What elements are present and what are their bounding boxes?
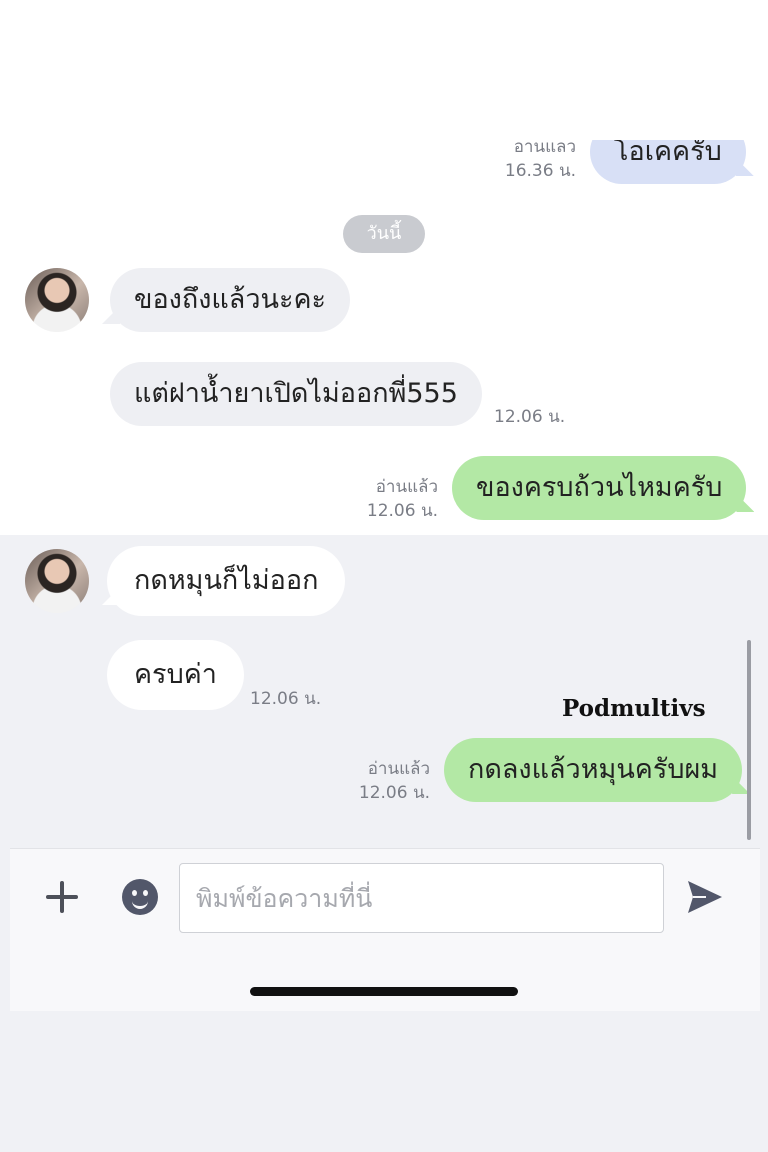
outgoing-message[interactable]: ของครบถ้วนไหมครับ [452, 456, 747, 520]
incoming-message[interactable]: ครบค่า [110, 643, 241, 707]
top-blank-area [0, 0, 768, 140]
message-text: กดลงแล้วหมุนครับผม [468, 754, 719, 785]
contact-avatar[interactable] [25, 549, 89, 613]
emoji-mouth [132, 898, 148, 909]
home-indicator [250, 987, 518, 996]
message-time: 12.06 น. [494, 407, 566, 427]
message-text: แต่ฝาน้ำยาเปิดไม่ออกพี่555 [134, 378, 458, 409]
message-time: 12.06 น. [358, 783, 430, 803]
message-time: 12.06 น. [366, 501, 438, 521]
send-icon[interactable] [686, 879, 724, 915]
incoming-message[interactable]: แต่ฝาน้ำยาเปิดไม่ออกพี่555 [110, 362, 482, 426]
message-composer: พิมพ์ข้อความที่นี่ [10, 848, 760, 1011]
message-time: 12.06 น. [250, 689, 322, 709]
read-receipt: อานแลว [513, 140, 576, 157]
emoji-eye [132, 890, 137, 896]
watermark: Podmultivs [562, 695, 706, 722]
contact-avatar[interactable] [25, 268, 89, 332]
message-meta: อานแลว 16.36 น. [456, 140, 576, 182]
message-text: ของครบถ้วนไหมครับ [476, 472, 723, 503]
plus-icon[interactable] [44, 879, 80, 915]
message-input[interactable]: พิมพ์ข้อความที่นี่ [179, 863, 664, 933]
incoming-message[interactable]: ของถึงแล้วนะคะ [110, 268, 351, 332]
message-text: กดหมุนก็ไม่ออก [134, 565, 319, 596]
outgoing-message[interactable]: โอเคครับ [590, 140, 746, 184]
message-time: 16.36 น. [504, 161, 576, 181]
emoji-icon[interactable] [122, 879, 158, 915]
message-meta: อ่านแล้ว 12.06 น. [310, 758, 430, 804]
outgoing-message[interactable]: กดลงแล้วหมุนครับผม [444, 738, 743, 802]
message-text: ครบค่า [134, 659, 217, 690]
message-text: โอเคครับ [614, 140, 722, 167]
message-meta: อ่านแล้ว 12.06 น. [318, 476, 438, 522]
scrollbar[interactable] [747, 640, 751, 840]
message-input-placeholder: พิมพ์ข้อความที่นี่ [196, 884, 373, 913]
incoming-message[interactable]: กดหมุนก็ไม่ออก [110, 549, 343, 613]
chat-history-lower[interactable] [0, 535, 768, 1152]
read-receipt: อ่านแล้ว [375, 477, 438, 497]
date-separator: วันนี้ [343, 215, 425, 253]
read-receipt: อ่านแล้ว [367, 759, 430, 779]
emoji-eye [143, 890, 148, 896]
message-text: ของถึงแล้วนะคะ [134, 284, 327, 315]
